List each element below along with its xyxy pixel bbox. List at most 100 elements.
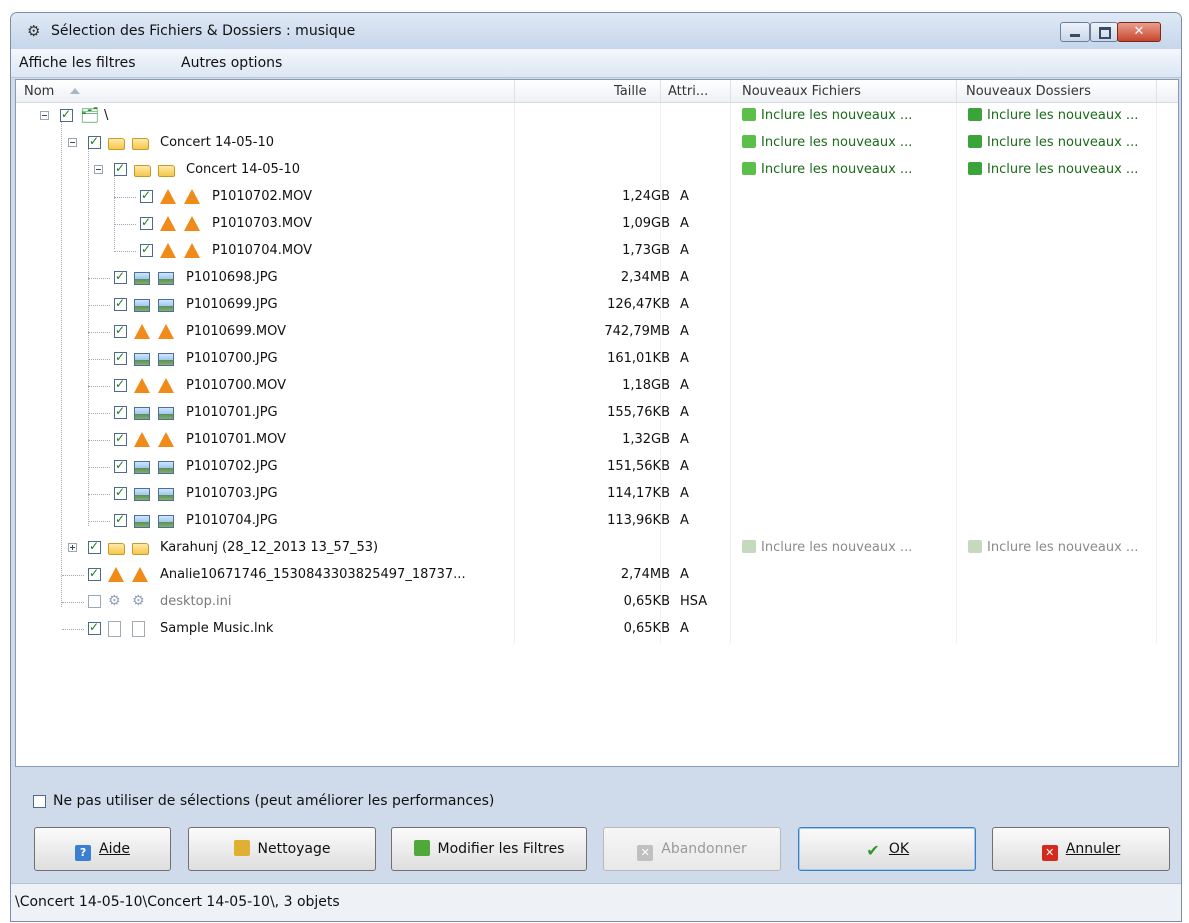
row-checkbox[interactable] <box>140 242 153 257</box>
column-divider[interactable] <box>730 80 731 102</box>
row-name: P1010704.JPG <box>186 513 278 528</box>
new-files-rule[interactable]: Inclure les nouveaux ... <box>742 108 912 123</box>
row-divider <box>660 535 661 562</box>
menu-show-filters[interactable]: Affiche les filtres <box>19 55 136 71</box>
column-divider[interactable] <box>1156 80 1157 102</box>
row-size: 1,73GB <box>622 243 670 258</box>
row-attr: A <box>680 513 689 528</box>
row-checkbox[interactable] <box>88 539 101 554</box>
row-checkbox[interactable] <box>114 404 127 419</box>
new-files-rule[interactable]: Inclure les nouveaux ... <box>742 540 912 555</box>
row-checkbox[interactable] <box>88 620 101 635</box>
row-checkbox[interactable] <box>114 431 127 446</box>
tree-row[interactable]: P1010703.MOV 1,09GB A <box>16 211 1178 238</box>
row-checkbox[interactable] <box>114 485 127 500</box>
new-folders-rule[interactable]: Inclure les nouveaux ... <box>968 135 1138 150</box>
row-name: P1010702.MOV <box>212 189 312 204</box>
menu-other-options[interactable]: Autres options <box>181 55 282 71</box>
collapse-icon[interactable] <box>68 138 77 147</box>
row-divider <box>956 616 957 643</box>
tree-row[interactable]: P1010703.JPG 114,17KB A <box>16 481 1178 508</box>
new-files-rule[interactable]: Inclure les nouveaux ... <box>742 135 912 150</box>
column-name[interactable]: Nom <box>24 84 54 99</box>
row-divider <box>730 157 731 184</box>
tree-row[interactable]: ⚙ ⚙ desktop.ini 0,65KB HSA <box>16 589 1178 616</box>
row-divider <box>956 454 957 481</box>
new-folders-rule[interactable]: Inclure les nouveaux ... <box>968 540 1138 555</box>
row-checkbox[interactable] <box>114 377 127 392</box>
row-checkbox[interactable] <box>114 512 127 527</box>
collapse-icon[interactable] <box>40 111 49 120</box>
maximize-button[interactable] <box>1090 22 1118 42</box>
tree-row[interactable]: Analie10671746_1530843303825497_18737...… <box>16 562 1178 589</box>
tree-row[interactable]: Karahunj (28_12_2013 13_57_53) Inclure le… <box>16 535 1178 562</box>
help-button[interactable]: ? Aide <box>34 827 171 871</box>
modify-filters-button[interactable]: Modifier les Filtres <box>391 827 587 871</box>
row-name: P1010700.JPG <box>186 351 278 366</box>
tree-row[interactable]: P1010701.MOV 1,32GB A <box>16 427 1178 454</box>
file-tree-list[interactable]: Nom Taille Attri... Nouveaux Fichiers No… <box>15 79 1179 767</box>
no-selection-checkbox[interactable] <box>33 795 46 808</box>
column-divider[interactable] <box>660 80 661 102</box>
row-checkbox[interactable] <box>140 215 153 230</box>
tree-row[interactable]: P1010701.JPG 155,76KB A <box>16 400 1178 427</box>
expand-icon[interactable] <box>68 543 77 552</box>
cleanup-button[interactable]: Nettoyage <box>188 827 376 871</box>
column-new-folders[interactable]: Nouveaux Dossiers <box>966 84 1091 99</box>
row-checkbox[interactable] <box>114 350 127 365</box>
new-files-rule[interactable]: Inclure les nouveaux ... <box>742 162 912 177</box>
abort-button[interactable]: ✕ Abandonner <box>603 827 781 871</box>
tree-row[interactable]: P1010702.JPG 151,56KB A <box>16 454 1178 481</box>
row-divider <box>1156 508 1157 535</box>
column-size[interactable]: Taille <box>614 84 647 99</box>
row-divider <box>1156 481 1157 508</box>
tree-row[interactable]: P1010700.JPG 161,01KB A <box>16 346 1178 373</box>
row-checkbox[interactable] <box>60 107 73 122</box>
tree-row[interactable]: P1010698.JPG 2,34MB A <box>16 265 1178 292</box>
row-checkbox[interactable] <box>114 323 127 338</box>
new-folders-rule[interactable]: Inclure les nouveaux ... <box>968 162 1138 177</box>
tree-row[interactable]: Sample Music.lnk 0,65KB A <box>16 616 1178 643</box>
new-folders-rule[interactable]: Inclure les nouveaux ... <box>968 108 1138 123</box>
row-divider <box>1156 292 1157 319</box>
column-divider[interactable] <box>514 80 515 102</box>
tree-row[interactable]: P1010699.MOV 742,79MB A <box>16 319 1178 346</box>
column-divider[interactable] <box>956 80 957 102</box>
collapse-icon[interactable] <box>94 165 103 174</box>
row-checkbox[interactable] <box>114 296 127 311</box>
row-checkbox[interactable] <box>114 161 127 176</box>
ok-button[interactable]: ✔ OK <box>798 827 976 871</box>
image-icon <box>134 461 150 474</box>
tree-row[interactable]: Concert 14-05-10 Inclure les nouveaux ...… <box>16 130 1178 157</box>
row-checkbox[interactable] <box>88 566 101 581</box>
tree-row[interactable]: P1010702.MOV 1,24GB A <box>16 184 1178 211</box>
tree-row[interactable]: P1010699.JPG 126,47KB A <box>16 292 1178 319</box>
row-divider <box>514 157 515 184</box>
help-label: Aide <box>99 841 130 857</box>
tree-row[interactable]: P1010704.JPG 113,96KB A <box>16 508 1178 535</box>
row-checkbox[interactable] <box>140 188 153 203</box>
cancel-button[interactable]: ✕ Annuler <box>992 827 1170 871</box>
row-divider <box>1156 373 1157 400</box>
image-icon <box>158 515 174 528</box>
row-checkbox[interactable] <box>88 134 101 149</box>
row-checkbox[interactable] <box>114 458 127 473</box>
tree-row[interactable]: P1010704.MOV 1,73GB A <box>16 238 1178 265</box>
folder-icon <box>158 165 175 177</box>
close-button[interactable]: ✕ <box>1117 22 1161 42</box>
row-divider <box>730 562 731 589</box>
column-new-files[interactable]: Nouveaux Fichiers <box>742 84 861 99</box>
minimize-button[interactable] <box>1060 22 1090 42</box>
row-divider <box>1156 346 1157 373</box>
help-icon: ? <box>75 845 92 861</box>
row-checkbox[interactable] <box>88 595 101 608</box>
title-bar[interactable]: ⚙ Sélection des Fichiers & Dossiers : mu… <box>11 13 1181 49</box>
row-divider <box>730 184 731 211</box>
row-size: 1,32GB <box>622 432 670 447</box>
new-files-rule-label: Inclure les nouveaux ... <box>761 540 913 555</box>
tree-row[interactable]: 🗂 \ Inclure les nouveaux ... Inclure les no… <box>16 103 1178 130</box>
tree-row[interactable]: Concert 14-05-10 Inclure les nouveaux ...… <box>16 157 1178 184</box>
column-attr[interactable]: Attri... <box>668 84 708 99</box>
row-checkbox[interactable] <box>114 269 127 284</box>
tree-row[interactable]: P1010700.MOV 1,18GB A <box>16 373 1178 400</box>
